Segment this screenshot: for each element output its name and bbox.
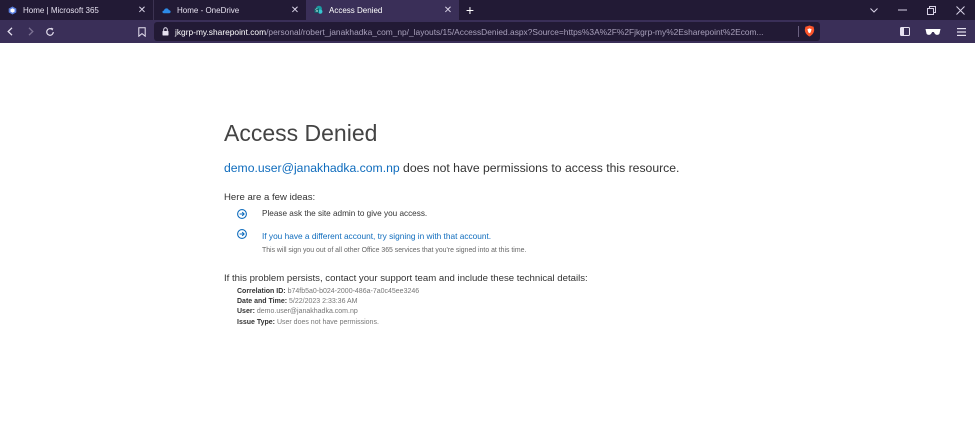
tab-title: Home | Microsoft 365 [23,5,99,15]
arrow-circle-icon [237,226,247,239]
tab-microsoft-365[interactable]: Home | Microsoft 365 ✕ [0,0,153,20]
idea-ask-admin-text: Please ask the site admin to give you ac… [262,209,428,218]
detail-correlation-id: Correlation ID: b74fb5a0-b024-2000-486a-… [237,287,924,297]
idea-ask-admin: Please ask the site admin to give you ac… [237,209,924,219]
lock-icon [162,27,169,36]
private-mode-icon[interactable] [919,20,947,43]
technical-details: Correlation ID: b74fb5a0-b024-2000-486a-… [237,287,924,328]
back-icon[interactable] [0,20,20,43]
sidebar-icon[interactable] [891,20,919,43]
tab-onedrive[interactable]: Home - OneDrive ✕ [153,0,306,20]
minimize-icon[interactable] [888,0,917,20]
tab-search-icon[interactable] [859,0,888,20]
detail-value: demo.user@janakhadka.com.np [256,308,358,316]
address-bar-input[interactable]: jkgrp-my.sharepoint.com /personal/robert… [154,22,820,41]
detail-value: User does not have permissions. [276,318,379,326]
sharepoint-icon: S [314,5,323,15]
close-icon[interactable]: ✕ [290,5,300,16]
permission-message-text: does not have permissions to access this… [399,161,680,175]
access-denied-page: Access Denied demo.user@janakhadka.com.n… [224,120,924,328]
window-controls [859,0,975,20]
detail-date-time: Date and Time: 5/22/2023 2:33:36 AM [237,297,924,307]
menu-icon[interactable] [947,20,975,43]
forward-icon[interactable] [20,20,40,43]
restore-icon[interactable] [917,0,946,20]
url-divider [798,26,799,37]
support-instructions: If this problem persists, contact your s… [224,273,588,284]
idea-switch-account: If you have a different account, try sig… [237,226,924,254]
brave-shields-icon[interactable] [804,25,815,37]
detail-key: User: [237,308,255,316]
svg-text:S: S [315,8,318,13]
close-icon[interactable]: ✕ [443,5,453,16]
onedrive-icon [162,6,171,15]
sign-out-note: This will sign you out of all other Offi… [262,247,527,254]
detail-user: User: demo.user@janakhadka.com.np [237,307,924,317]
url-path: /personal/robert_janakhadka_com_np/_layo… [266,26,764,37]
detail-key: Date and Time: [237,298,288,306]
tab-title: Access Denied [329,5,383,15]
new-tab-button[interactable]: + [459,0,481,20]
sign-in-different-account-link[interactable]: If you have a different account, try sig… [262,231,491,241]
toolbar-actions [891,20,975,43]
reload-icon[interactable] [40,20,60,43]
permission-message: demo.user@janakhadka.com.np does not hav… [224,161,924,175]
ideas-heading: Here are a few ideas: [224,192,316,203]
tab-title: Home - OneDrive [177,5,240,15]
navigation-toolbar: jkgrp-my.sharepoint.com /personal/robert… [0,20,975,43]
url-host: jkgrp-my.sharepoint.com [175,26,267,37]
tab-access-denied[interactable]: S Access Denied ✕ [306,0,459,20]
detail-key: Correlation ID: [237,288,286,295]
bookmark-icon[interactable] [134,20,150,43]
page-title: Access Denied [224,120,378,146]
detail-value: 5/22/2023 2:33:36 AM [289,298,358,306]
microsoft-365-icon [8,6,17,15]
detail-key: Issue Type: [237,318,275,326]
close-icon[interactable]: ✕ [137,5,147,16]
user-email-link[interactable]: demo.user@janakhadka.com.np [224,161,400,175]
detail-issue-type: Issue Type: User does not have permissio… [237,318,924,328]
detail-value: b74fb5a0-b024-2000-486a-7a0c45ee3246 [287,288,420,295]
tab-strip: Home | Microsoft 365 ✕ Home - OneDrive ✕… [0,0,975,20]
close-window-icon[interactable] [946,0,975,20]
arrow-circle-icon [237,209,247,219]
